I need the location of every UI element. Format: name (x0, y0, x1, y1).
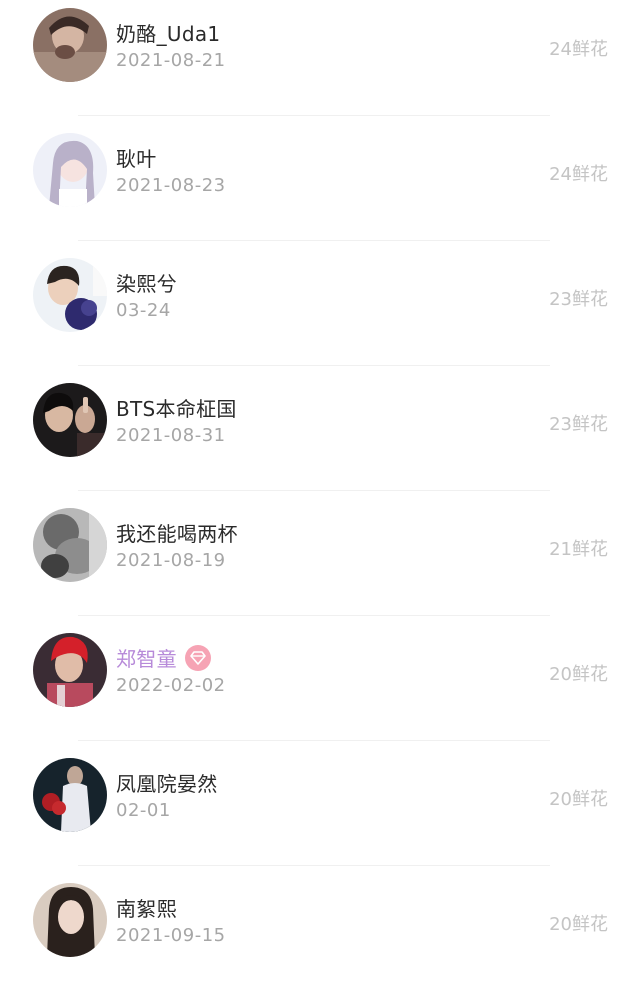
avatar[interactable] (33, 258, 107, 332)
divider (78, 490, 550, 491)
username[interactable]: 耿叶 (116, 143, 157, 172)
flower-count: 23鲜花 (549, 289, 608, 310)
date-label: 03-24 (116, 300, 171, 321)
list-item[interactable]: 奶酪_Uda1 2021-08-21 24鲜花 (0, 0, 640, 125)
divider (78, 240, 550, 241)
list-item[interactable]: 郑智童 2022-02-02 20鲜花 (0, 625, 640, 750)
date-label: 2021-09-15 (116, 925, 226, 946)
username[interactable]: 我还能喝两杯 (116, 518, 238, 547)
flower-count: 20鲜花 (549, 789, 608, 810)
list-item[interactable]: 我还能喝两杯 2021-08-19 21鲜花 (0, 500, 640, 625)
divider (78, 615, 550, 616)
username[interactable]: 奶酪_Uda1 (116, 18, 220, 47)
diamond-icon (184, 644, 211, 671)
username[interactable]: 南絮熙 (116, 893, 177, 922)
divider (78, 740, 550, 741)
date-label: 2021-08-31 (116, 425, 226, 446)
divider (78, 865, 550, 866)
list-item[interactable]: BTS本命柾国 2021-08-31 23鲜花 (0, 375, 640, 500)
flower-ranking-list: 奶酪_Uda1 2021-08-21 24鲜花 耿叶 2021-08-23 24… (0, 0, 640, 982)
flower-count: 24鲜花 (549, 39, 608, 60)
list-item[interactable]: 南絮熙 2021-09-15 20鲜花 (0, 875, 640, 1000)
avatar[interactable] (33, 883, 107, 957)
username[interactable]: 染熙兮 (116, 268, 177, 297)
flower-count: 20鲜花 (549, 914, 608, 935)
date-label: 2022-02-02 (116, 675, 226, 696)
date-label: 2021-08-23 (116, 175, 226, 196)
flower-count: 20鲜花 (549, 664, 608, 685)
list-item[interactable]: 耿叶 2021-08-23 24鲜花 (0, 125, 640, 250)
username[interactable]: BTS本命柾国 (116, 393, 237, 422)
avatar[interactable] (33, 133, 107, 207)
flower-count: 24鲜花 (549, 164, 608, 185)
date-label: 02-01 (116, 800, 171, 821)
list-item[interactable]: 染熙兮 03-24 23鲜花 (0, 250, 640, 375)
date-label: 2021-08-21 (116, 50, 226, 71)
date-label: 2021-08-19 (116, 550, 226, 571)
avatar[interactable] (33, 8, 107, 82)
avatar[interactable] (33, 508, 107, 582)
divider (78, 365, 550, 366)
avatar[interactable] (33, 633, 107, 707)
avatar[interactable] (33, 758, 107, 832)
flower-count: 21鲜花 (549, 539, 608, 560)
avatar[interactable] (33, 383, 107, 457)
username[interactable]: 郑智童 (116, 643, 177, 672)
username[interactable]: 凤凰院晏然 (116, 768, 218, 797)
flower-count: 23鲜花 (549, 414, 608, 435)
list-item[interactable]: 凤凰院晏然 02-01 20鲜花 (0, 750, 640, 875)
divider (78, 115, 550, 116)
